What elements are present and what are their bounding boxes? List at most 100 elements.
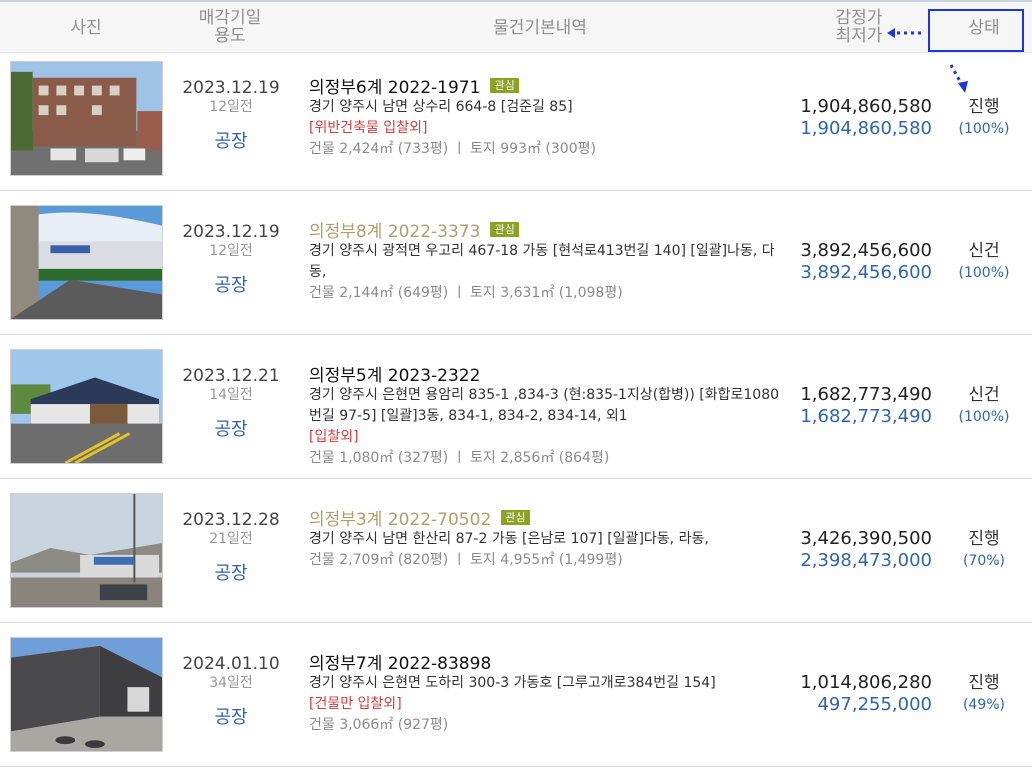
date-usage-cell: 2024.01.10 34일전 공장 xyxy=(172,654,290,728)
sale-date: 2024.01.10 xyxy=(182,654,280,674)
header-date: 매각기일 xyxy=(198,8,262,28)
property-photo[interactable] xyxy=(10,493,163,608)
case-line: 의정부7계 2022-83898 xyxy=(309,649,789,674)
case-line: 의정부6계 2022-1971 관심 xyxy=(309,73,789,98)
interest-badge: 관심 xyxy=(490,77,519,93)
sale-date: 2023.12.28 xyxy=(182,510,280,530)
property-area: 건물 1,080㎡ (327평) ㅣ 토지 2,856㎡ (864평) xyxy=(309,450,610,466)
status-cell: 진행 (70%) xyxy=(944,528,1024,572)
case-number[interactable]: 의정부5계 2023-2322 xyxy=(309,361,480,386)
auction-row[interactable]: 2023.12.21 14일전 공장 의정부5계 2023-2322 경기 양주… xyxy=(0,342,1032,479)
auction-status: 진행 xyxy=(968,673,1000,693)
status-cell: 신건 (100%) xyxy=(944,384,1024,428)
header-usage: 용도 xyxy=(214,26,246,46)
appraisal-price: 1,904,860,580 xyxy=(800,96,932,117)
sale-date: 2023.12.21 xyxy=(182,366,280,386)
minimum-rate: (100%) xyxy=(958,265,1010,281)
sale-date: 2023.12.19 xyxy=(182,78,280,98)
arrow-left-icon xyxy=(887,28,923,38)
property-address: 경기 양주시 은현면 용암리 835-1 ,834-3 (현:835-1지상(합… xyxy=(309,387,780,424)
property-info: 의정부5계 2023-2322 경기 양주시 은현면 용암리 835-1 ,83… xyxy=(309,361,789,469)
date-usage-cell: 2023.12.28 21일전 공장 xyxy=(172,510,290,584)
status-cell: 진행 (49%) xyxy=(944,672,1024,716)
date-usage-cell: 2023.12.21 14일전 공장 xyxy=(172,366,290,440)
minimum-rate: (49%) xyxy=(962,697,1006,713)
property-address: 경기 양주시 남면 한산리 87-2 가동 [은남로 107] [일괄]다동, … xyxy=(309,531,709,547)
price-cell: 3,892,456,600 3,892,456,600 xyxy=(790,240,932,284)
property-address: 경기 양주시 광적면 우고리 467-18 가동 [현석로413번길 140] … xyxy=(309,243,775,280)
property-usage: 공장 xyxy=(214,131,248,152)
case-line: 의정부5계 2023-2322 xyxy=(309,361,789,386)
minimum-price: 497,255,000 xyxy=(817,694,932,715)
case-line: 의정부8계 2022-3373 관심 xyxy=(309,217,789,242)
status-cell: 진행 (100%) xyxy=(944,96,1024,140)
case-number[interactable]: 의정부3계 2022-70502 xyxy=(309,505,491,530)
property-photo[interactable] xyxy=(10,637,163,752)
price-cell: 1,904,860,580 1,904,860,580 xyxy=(790,96,932,140)
days-left: 14일전 xyxy=(209,387,253,403)
appraisal-price: 3,892,456,600 xyxy=(800,240,932,261)
appraisal-price: 1,014,806,280 xyxy=(800,672,932,693)
date-usage-cell: 2023.12.19 12일전 공장 xyxy=(172,78,290,152)
property-photo[interactable] xyxy=(10,61,163,176)
property-info: 의정부3계 2022-70502 관심 경기 양주시 남면 한산리 87-2 가동… xyxy=(309,505,789,571)
auction-status: 진행 xyxy=(968,97,1000,117)
minimum-price: 2,398,473,000 xyxy=(800,550,932,571)
header-date-usage: 매각기일 용도 xyxy=(178,9,282,45)
header-photo: 사진 xyxy=(70,18,102,38)
property-usage: 공장 xyxy=(214,707,248,728)
property-photo[interactable] xyxy=(10,349,163,464)
special-tags: [위반건축물 입찰외] xyxy=(309,120,428,136)
property-area: 건물 2,144㎡ (649평) ㅣ 토지 3,631㎡ (1,098평) xyxy=(309,285,623,301)
minimum-price: 1,682,773,490 xyxy=(800,406,932,427)
property-usage: 공장 xyxy=(214,563,248,584)
appraisal-price: 3,426,390,500 xyxy=(800,528,932,549)
status-highlight-box xyxy=(928,9,1024,52)
price-cell: 1,682,773,490 1,682,773,490 xyxy=(790,384,932,428)
auction-status: 진행 xyxy=(968,529,1000,549)
property-info: 의정부8계 2022-3373 관심 경기 양주시 광적면 우고리 467-18 … xyxy=(309,217,789,304)
sale-date: 2023.12.19 xyxy=(182,222,280,242)
auction-status: 신건 xyxy=(968,385,1000,405)
appraisal-price: 1,682,773,490 xyxy=(800,384,932,405)
status-cell: 신건 (100%) xyxy=(944,240,1024,284)
days-left: 12일전 xyxy=(209,99,253,115)
property-photo[interactable] xyxy=(10,205,163,320)
property-address: 경기 양주시 은현면 도하리 300-3 가동호 [그루고개로384번길 154… xyxy=(309,675,716,691)
auction-row[interactable]: 2023.12.19 12일전 공장 의정부8계 2022-3373 관심 경기 … xyxy=(0,198,1032,335)
days-left: 21일전 xyxy=(209,531,253,547)
special-tags: [건물만 입찰외] xyxy=(309,696,402,712)
special-tags: [입찰외] xyxy=(309,429,359,445)
days-left: 12일전 xyxy=(209,243,253,259)
property-area: 건물 3,066㎡ (927평) xyxy=(309,717,449,733)
property-address: 경기 양주시 남면 상수리 664-8 [검준길 85] xyxy=(309,99,573,115)
price-cell: 3,426,390,500 2,398,473,000 xyxy=(790,528,932,572)
interest-badge: 관심 xyxy=(501,509,530,525)
property-info: 의정부7계 2022-83898 경기 양주시 은현면 도하리 300-3 가동… xyxy=(309,649,789,736)
minimum-rate: (100%) xyxy=(958,121,1010,137)
auction-row[interactable]: 2023.12.19 12일전 공장 의정부6계 2022-1971 관심 경기 … xyxy=(0,54,1032,191)
property-area: 건물 2,709㎡ (820평) ㅣ 토지 4,955㎡ (1,499평) xyxy=(309,552,623,568)
case-line: 의정부3계 2022-70502 관심 xyxy=(309,505,789,530)
auction-row[interactable]: 2023.12.28 21일전 공장 의정부3계 2022-70502 관심 경기… xyxy=(0,486,1032,623)
case-number[interactable]: 의정부6계 2022-1971 xyxy=(309,73,480,98)
minimum-rate: (70%) xyxy=(962,553,1006,569)
case-number[interactable]: 의정부8계 2022-3373 xyxy=(309,217,480,242)
price-cell: 1,014,806,280 497,255,000 xyxy=(790,672,932,716)
header-appraisal[interactable]: 감정가 xyxy=(818,9,900,27)
auction-status: 신건 xyxy=(968,241,1000,261)
property-area: 건물 2,424㎡ (733평) ㅣ 토지 993㎡ (300평) xyxy=(309,141,596,157)
header-info: 물건기본내역 xyxy=(493,18,587,38)
date-usage-cell: 2023.12.19 12일전 공장 xyxy=(172,222,290,296)
table-header: 사진 매각기일 용도 물건기본내역 감정가 최저가 상태 xyxy=(0,0,1032,53)
property-usage: 공장 xyxy=(214,419,248,440)
minimum-price: 3,892,456,600 xyxy=(800,262,932,283)
interest-badge: 관심 xyxy=(490,221,519,237)
property-usage: 공장 xyxy=(214,275,248,296)
property-info: 의정부6계 2022-1971 관심 경기 양주시 남면 상수리 664-8 [검… xyxy=(309,73,789,160)
case-number[interactable]: 의정부7계 2022-83898 xyxy=(309,649,491,674)
auction-row[interactable]: 2024.01.10 34일전 공장 의정부7계 2022-83898 경기 양… xyxy=(0,630,1032,767)
days-left: 34일전 xyxy=(209,675,253,691)
minimum-price: 1,904,860,580 xyxy=(800,118,932,139)
minimum-rate: (100%) xyxy=(958,409,1010,425)
